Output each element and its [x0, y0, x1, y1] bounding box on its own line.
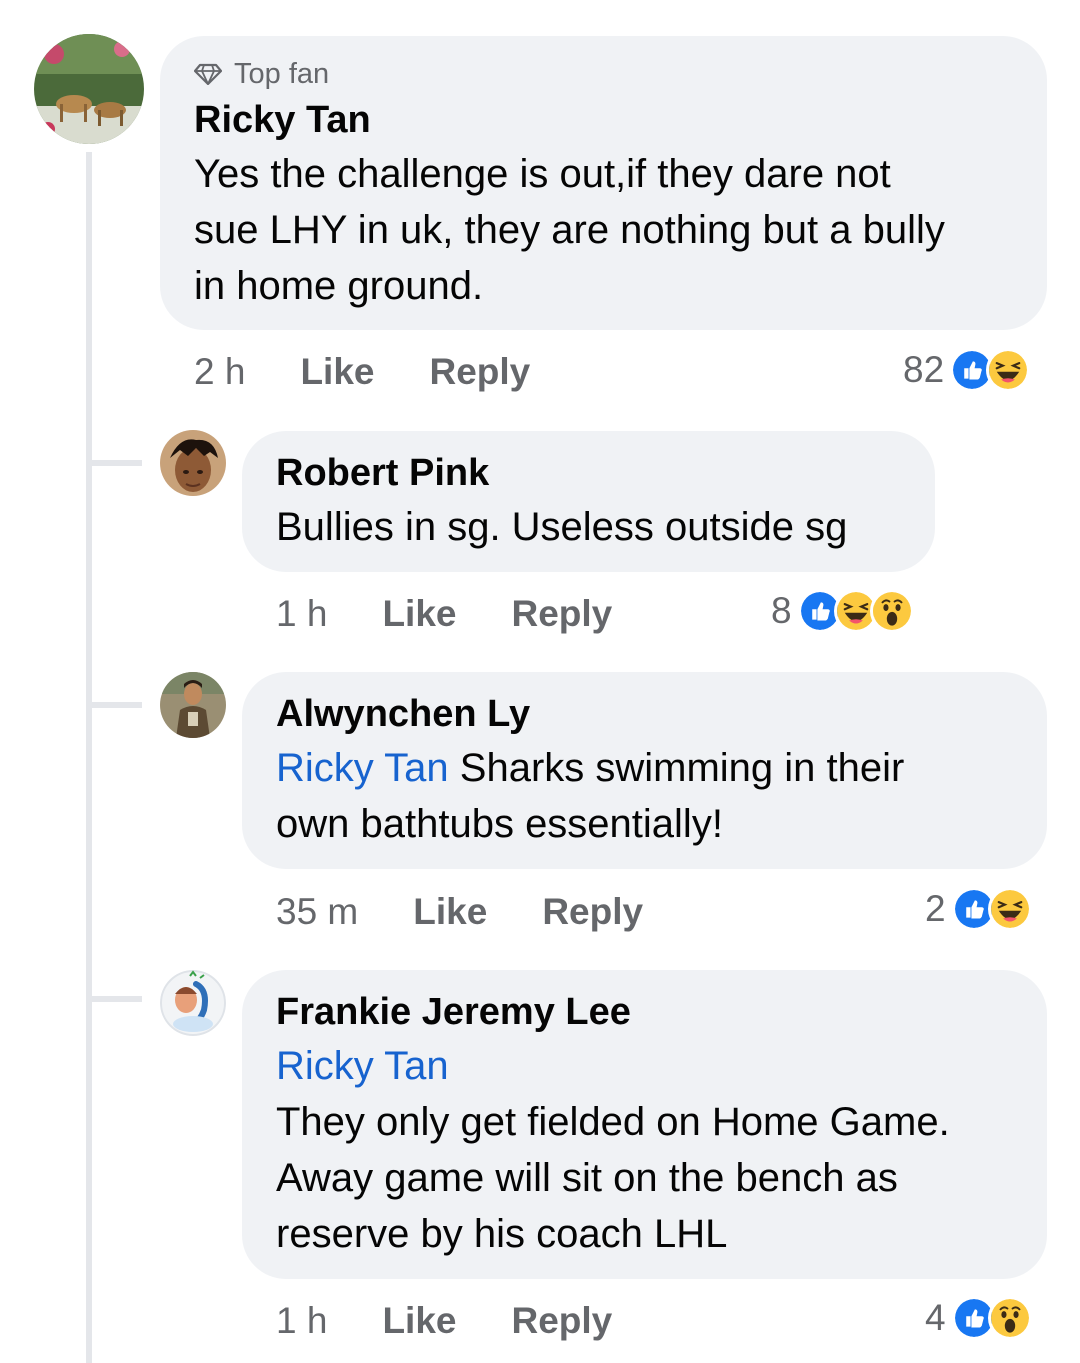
haha-icon: [986, 348, 1031, 392]
comment-bubble: Top fan Ricky Tan Yes the challenge is o…: [160, 36, 1047, 330]
reply-bubble: Frankie Jeremy Lee Ricky Tan They only g…: [242, 970, 1047, 1279]
avatar[interactable]: [34, 34, 144, 144]
like-button[interactable]: Like: [382, 593, 456, 635]
badge-label: Top fan: [234, 57, 330, 90]
thread-branch: [86, 702, 142, 708]
thread-line: [86, 152, 92, 1363]
reply-text: Ricky Tan Sharks swimming in their own b…: [276, 740, 1013, 852]
reply-button[interactable]: Reply: [511, 1300, 612, 1342]
reply-author[interactable]: Alwynchen Ly: [276, 688, 1013, 740]
comment-timestamp[interactable]: 2 h: [194, 351, 245, 393]
reply-actions: 1 h Like Reply: [276, 589, 667, 639]
haha-icon: [987, 887, 1032, 931]
reaction-count: 82: [903, 349, 945, 390]
avatar[interactable]: [160, 672, 226, 738]
reply-bubble: Robert Pink Bullies in sg. Useless outsi…: [242, 431, 935, 572]
thread-branch: [86, 996, 142, 1002]
thread-branch: [86, 460, 142, 466]
comment-author[interactable]: Ricky Tan: [194, 94, 1013, 146]
comment-text: Yes the challenge is out,if they dare no…: [194, 152, 945, 308]
reply-actions: 1 h Like Reply: [276, 1296, 667, 1346]
reply-button[interactable]: Reply: [429, 351, 530, 393]
top-fan-badge: Top fan: [194, 56, 1013, 92]
reply-actions: 35 m Like Reply: [276, 887, 698, 937]
reaction-count: 2: [925, 888, 946, 929]
reaction-count: 4: [925, 1297, 946, 1338]
reply-timestamp[interactable]: 35 m: [276, 891, 358, 933]
like-button[interactable]: Like: [382, 1300, 456, 1342]
reply-text: Bullies in sg. Useless outside sg: [276, 505, 848, 549]
reaction-summary[interactable]: 8: [771, 586, 914, 636]
reaction-summary[interactable]: 2: [925, 884, 1032, 934]
mention-link[interactable]: Ricky Tan: [276, 1038, 1013, 1094]
reply-timestamp[interactable]: 1 h: [276, 1300, 327, 1342]
avatar[interactable]: [160, 970, 226, 1036]
reply-text: They only get fielded on Home Game. Away…: [276, 1100, 950, 1256]
reply-author[interactable]: Frankie Jeremy Lee: [276, 986, 1013, 1038]
like-button[interactable]: Like: [413, 891, 487, 933]
reaction-summary[interactable]: 82: [903, 345, 1031, 395]
reaction-summary[interactable]: 4: [925, 1293, 1032, 1343]
reply-author[interactable]: Robert Pink: [276, 447, 901, 499]
reply-timestamp[interactable]: 1 h: [276, 593, 327, 635]
avatar[interactable]: [160, 430, 226, 496]
wow-icon: [869, 589, 914, 633]
diamond-icon: [194, 63, 222, 85]
reaction-count: 8: [771, 590, 792, 631]
reply-button[interactable]: Reply: [542, 891, 643, 933]
like-button[interactable]: Like: [300, 351, 374, 393]
reply-bubble: Alwynchen Ly Ricky Tan Sharks swimming i…: [242, 672, 1047, 869]
comment-actions: 2 h Like Reply: [194, 347, 585, 397]
wow-icon: [987, 1296, 1032, 1340]
reply-button[interactable]: Reply: [511, 593, 612, 635]
mention-link[interactable]: Ricky Tan: [276, 746, 449, 790]
